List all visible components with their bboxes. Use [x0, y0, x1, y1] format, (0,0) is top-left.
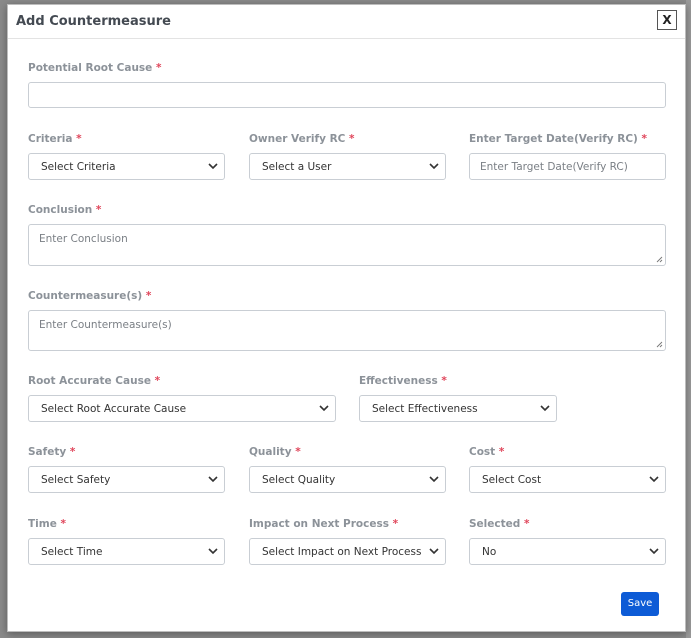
owner-verify-rc-label: Owner Verify RC *	[249, 133, 355, 145]
resize-grip-icon[interactable]	[656, 256, 663, 263]
required-mark: *	[145, 290, 152, 302]
chevron-down-icon	[319, 405, 329, 412]
quality-label: Quality *	[249, 446, 301, 458]
close-button[interactable]: X	[657, 10, 677, 30]
safety-label: Safety *	[28, 446, 76, 458]
cost-label: Cost *	[469, 446, 505, 458]
chevron-down-icon	[540, 405, 550, 412]
impact-next-process-select[interactable]: Select Impact on Next Process	[249, 538, 446, 565]
required-mark: *	[295, 446, 301, 458]
conclusion-label: Conclusion *	[28, 204, 102, 216]
chevron-down-icon	[208, 548, 218, 555]
target-date-label: Enter Target Date(Verify RC) *	[469, 133, 648, 145]
safety-select[interactable]: Select Safety	[28, 466, 225, 493]
required-mark: *	[441, 375, 447, 387]
selected-select[interactable]: No	[469, 538, 666, 565]
chevron-down-icon	[649, 476, 659, 483]
required-mark: *	[69, 446, 76, 458]
required-mark: *	[523, 518, 530, 530]
criteria-label: Criteria *	[28, 133, 82, 145]
criteria-select[interactable]: Select Criteria	[28, 153, 225, 180]
effectiveness-select[interactable]: Select Effectiveness	[359, 395, 557, 422]
conclusion-textarea[interactable]: Enter Conclusion	[28, 224, 666, 266]
time-select[interactable]: Select Time	[28, 538, 225, 565]
target-date-input[interactable]: Enter Target Date(Verify RC)	[469, 153, 666, 180]
dialog-header: Add Countermeasure X	[8, 5, 685, 39]
chevron-down-icon	[208, 163, 218, 170]
countermeasures-textarea[interactable]: Enter Countermeasure(s)	[28, 310, 666, 351]
chevron-down-icon	[429, 476, 439, 483]
chevron-down-icon	[649, 548, 659, 555]
quality-select[interactable]: Select Quality	[249, 466, 446, 493]
chevron-down-icon	[208, 476, 218, 483]
required-mark: *	[155, 62, 162, 74]
root-accurate-cause-label: Root Accurate Cause *	[28, 375, 161, 387]
impact-next-process-label: Impact on Next Process *	[249, 518, 399, 530]
time-label: Time *	[28, 518, 66, 530]
page-backdrop	[686, 0, 691, 638]
cost-select[interactable]: Select Cost	[469, 466, 666, 493]
required-mark: *	[95, 204, 102, 216]
required-mark: *	[154, 375, 161, 387]
chevron-down-icon	[429, 548, 439, 555]
required-mark: *	[392, 518, 399, 530]
required-mark: *	[76, 133, 82, 145]
root-accurate-cause-select[interactable]: Select Root Accurate Cause	[28, 395, 336, 422]
resize-grip-icon[interactable]	[656, 341, 663, 348]
potential-root-cause-label: Potential Root Cause *	[28, 62, 162, 74]
required-mark: *	[349, 133, 355, 145]
owner-verify-rc-select[interactable]: Select a User	[249, 153, 446, 180]
chevron-down-icon	[429, 163, 439, 170]
required-mark: *	[60, 518, 66, 530]
save-button[interactable]: Save	[621, 592, 659, 616]
effectiveness-label: Effectiveness *	[359, 375, 447, 387]
countermeasures-label: Countermeasure(s) *	[28, 290, 152, 302]
selected-label: Selected *	[469, 518, 530, 530]
potential-root-cause-input[interactable]	[28, 82, 666, 108]
dialog-title: Add Countermeasure	[16, 14, 171, 29]
add-countermeasure-dialog: Add Countermeasure X Potential Root Caus…	[7, 4, 686, 632]
required-mark: *	[498, 446, 505, 458]
required-mark: *	[641, 133, 648, 145]
